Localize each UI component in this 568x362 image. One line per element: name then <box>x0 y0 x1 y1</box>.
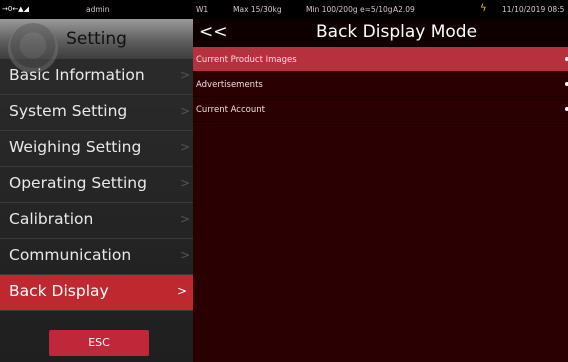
scale-id: W1 <box>196 5 209 14</box>
option-label: Current Account <box>196 105 265 115</box>
back-display-mode-panel: << Back Display Mode Current Product Ima… <box>193 19 568 362</box>
sidebar-item-operating-setting[interactable]: Operating Setting > <box>0 167 193 203</box>
sidebar-item-label: Calibration <box>9 210 94 228</box>
esc-button[interactable]: ESC <box>49 330 149 356</box>
sidebar-header: Setting <box>0 19 193 73</box>
chevron-right-icon: > <box>179 176 190 190</box>
lightning-icon: ϟ <box>480 3 487 14</box>
sidebar-item-weighing-setting[interactable]: Weighing Setting > <box>0 131 193 167</box>
sidebar-item-communication[interactable]: Communication > <box>0 239 193 275</box>
settings-sidebar: Setting Basic Information > System Setti… <box>0 19 193 362</box>
chevron-right-icon: > <box>179 140 190 154</box>
chevron-right-icon: > <box>179 212 190 226</box>
sidebar-item-system-setting[interactable]: System Setting > <box>0 95 193 131</box>
sidebar-item-label: System Setting <box>9 102 128 120</box>
chevron-right-icon: > <box>179 68 190 82</box>
sidebar-item-basic-information[interactable]: Basic Information > <box>0 59 193 95</box>
chevron-right-icon: > <box>176 284 187 298</box>
sidebar-item-label: Basic Information <box>9 66 145 84</box>
sidebar-item-label: Back Display <box>9 282 109 300</box>
sidebar-item-calibration[interactable]: Calibration > <box>0 203 193 239</box>
panel-header: << Back Display Mode <box>193 19 568 47</box>
user-name: admin <box>86 5 110 14</box>
back-button[interactable]: << <box>199 22 228 42</box>
scale-status-icons: →0←▲◢ <box>2 5 29 13</box>
sidebar-item-label: Operating Setting <box>9 174 147 192</box>
sidebar-item-label: Weighing Setting <box>9 138 142 156</box>
sidebar-title: Setting <box>66 29 127 49</box>
chevron-right-icon: > <box>179 248 190 262</box>
option-label: Advertisements <box>196 80 263 90</box>
sidebar-item-back-display[interactable]: Back Display > <box>0 275 193 311</box>
datetime: 11/10/2019 08:5 <box>502 5 565 14</box>
max-capacity: Max 15/30kg <box>233 5 282 14</box>
option-current-account[interactable]: Current Account <box>193 97 568 122</box>
option-current-product-images[interactable]: Current Product Images <box>193 47 568 72</box>
page-title: Back Display Mode <box>316 22 478 42</box>
min-capacity: Min 100/200g e=5/10g <box>306 5 393 14</box>
option-label: Current Product Images <box>196 55 297 65</box>
option-advertisements[interactable]: Advertisements <box>193 72 568 97</box>
status-bar: →0←▲◢ admin W1 Max 15/30kg Min 100/200g … <box>0 0 568 19</box>
sidebar-item-label: Communication <box>9 246 132 264</box>
chevron-right-icon: > <box>179 104 190 118</box>
firmware-version: A2.09 <box>393 5 415 14</box>
